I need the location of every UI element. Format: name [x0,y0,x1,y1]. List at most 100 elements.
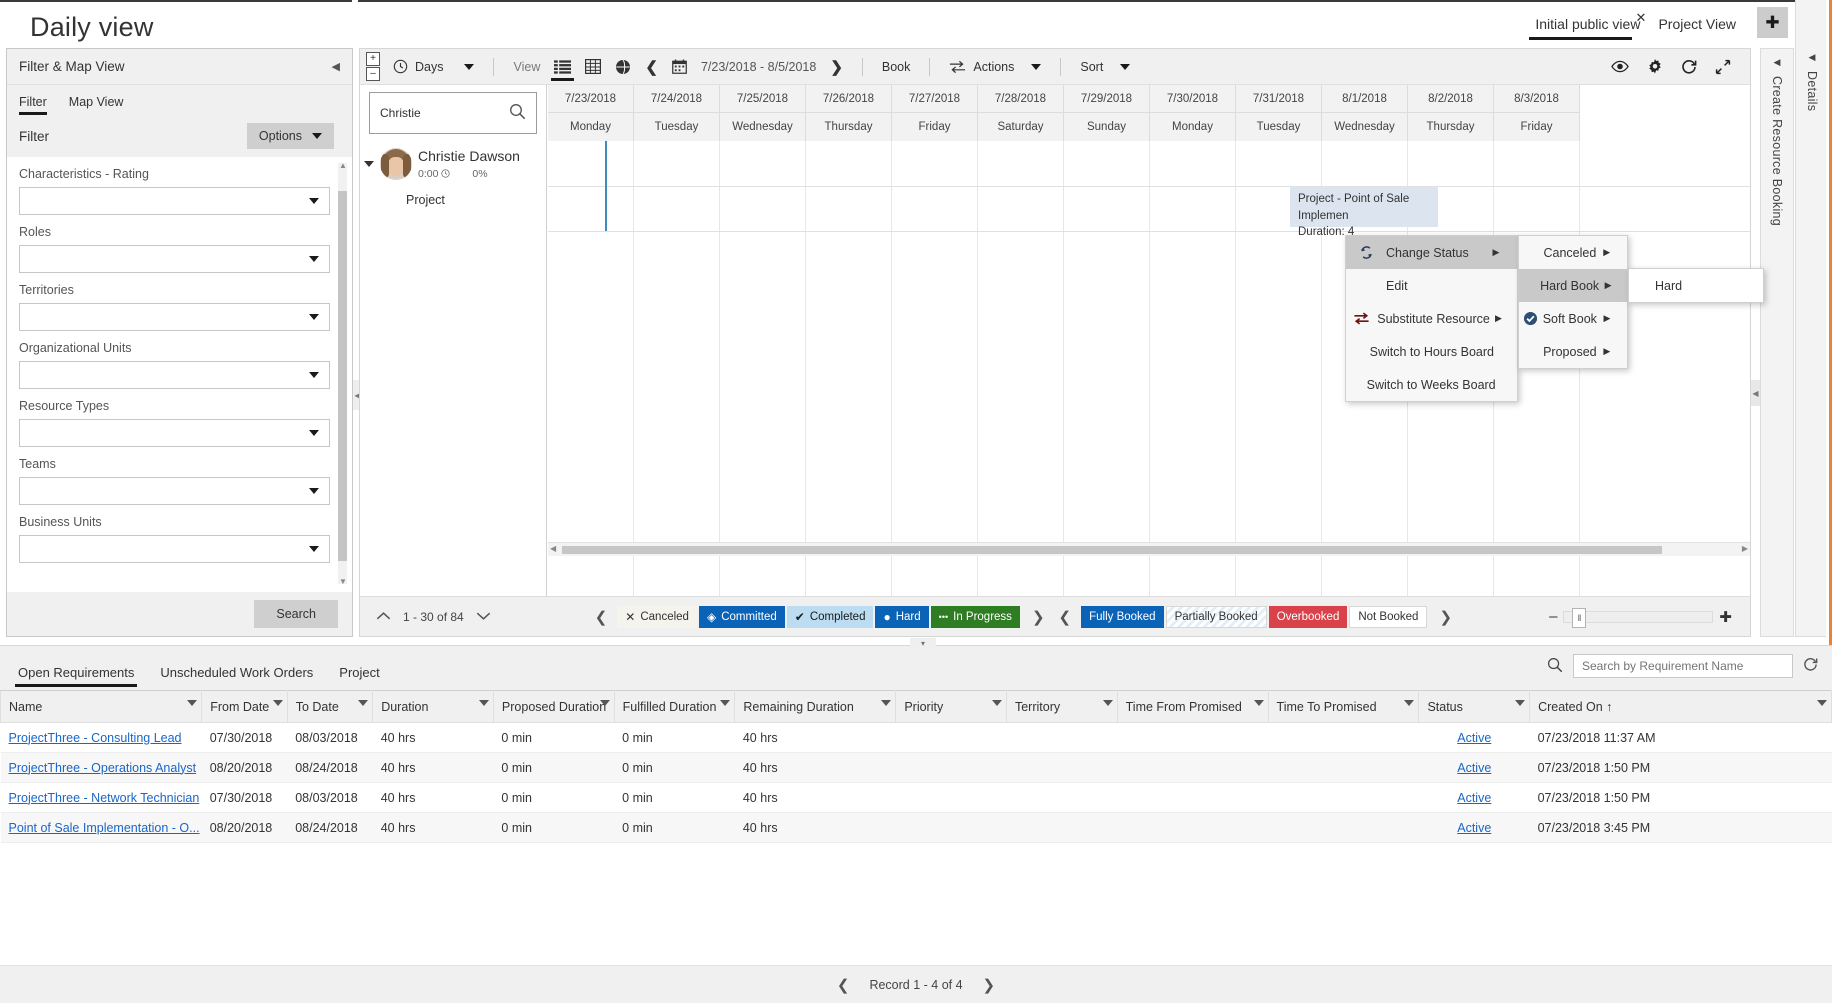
scroll-down-icon[interactable]: ▼ [339,577,347,586]
column-header-status[interactable]: Status [1418,690,1531,723]
view-mode-list[interactable] [547,52,578,82]
zoom-in-button[interactable]: ✚ [1719,608,1732,626]
resource-child-project[interactable]: Project [360,187,546,207]
status-legend-item-hard[interactable]: ● Hard [875,605,929,628]
column-filter-icon[interactable] [720,700,731,706]
add-view-button[interactable]: ✚ [1757,7,1788,38]
book-button[interactable]: Book [875,52,918,82]
view-mode-grid[interactable] [578,52,608,82]
column-header-created-on[interactable]: Created On ↑ [1529,690,1832,723]
menu-item-change-status[interactable]: Change Status ▶ [1346,236,1517,269]
requirement-link[interactable]: Point of Sale Implementation - O... [9,821,200,835]
search-icon[interactable] [1547,657,1563,676]
actions-dropdown[interactable]: Actions [942,52,1048,82]
booking-legend-item-overbooked[interactable]: Overbooked [1268,605,1348,628]
column-filter-icon[interactable] [272,700,283,706]
refresh-icon[interactable] [1803,657,1818,675]
booking-legend-item-fully-booked[interactable]: Fully Booked [1081,605,1164,628]
refresh-button[interactable] [1674,52,1704,82]
booking-block[interactable]: Project - Point of Sale Implemen Duratio… [1290,187,1438,238]
date-picker-button[interactable] [665,52,694,82]
search-icon[interactable] [509,103,526,123]
status-link[interactable]: Active [1457,791,1491,805]
close-icon[interactable]: ✕ [1636,10,1647,26]
next-period-button[interactable]: ❯ [823,52,850,82]
menu-item-substitute-resource[interactable]: Substitute Resource ▶ [1346,302,1517,335]
record-next-button[interactable]: ❯ [983,976,996,994]
expand-collapse-group[interactable]: + – [366,52,380,81]
column-header-proposed-duration[interactable]: Proposed Duration [492,690,615,723]
tab-map-view[interactable]: Map View [69,95,124,115]
zoom-slider[interactable]: ‖ [1563,607,1714,628]
teams-select[interactable] [19,477,330,505]
table-row[interactable]: Point of Sale Implementation - O... 08/20… [0,812,1832,843]
resource-types-select[interactable] [19,419,330,447]
timeline-column[interactable] [1064,141,1150,596]
booking-legend-item-partially-booked[interactable]: Partially Booked [1165,605,1267,628]
status-item-soft-book[interactable]: Soft Book ▶ [1519,302,1627,335]
status-legend-item-committed[interactable]: ◈ Committed [698,605,785,628]
interval-dropdown[interactable]: Days [386,52,481,82]
column-header-time-from-promised[interactable]: Time From Promised [1116,690,1269,723]
tab-open-requirements[interactable]: Open Requirements [14,665,138,690]
cell-status[interactable]: Active [1418,782,1530,813]
cell-name[interactable]: ProjectThree - Network Technician [0,782,202,813]
territories-select[interactable] [19,303,330,331]
record-prev-button[interactable]: ❮ [837,976,850,994]
board-settings-button[interactable] [1640,52,1670,82]
expand-all-icon[interactable]: + [366,52,380,66]
expand-rail-icon[interactable]: ◀ [1774,57,1781,68]
column-filter-icon[interactable] [187,700,198,706]
status-legend-prev[interactable]: ❮ [595,608,608,626]
status-legend-item-canceled[interactable]: ✕ Canceled [617,605,697,628]
column-header-duration[interactable]: Duration [372,690,494,723]
column-filter-icon[interactable] [1404,700,1415,706]
resource-search-input[interactable] [380,106,500,120]
options-button[interactable]: Options [246,123,334,149]
expand-icon[interactable] [364,161,374,167]
table-row[interactable]: ProjectThree - Network Technician 07/30/2… [0,782,1832,813]
timeline-column[interactable] [806,141,892,596]
tab-project[interactable]: Project [339,665,379,690]
zoom-slider-handle[interactable]: ‖ [1572,607,1587,628]
column-filter-icon[interactable] [1253,700,1264,706]
expand-rail-icon[interactable]: ◀ [1809,52,1816,63]
column-header-territory[interactable]: Territory [1005,690,1118,723]
column-filter-icon[interactable] [991,700,1002,706]
requirement-link[interactable]: ProjectThree - Network Technician [9,791,200,805]
cell-name[interactable]: Point of Sale Implementation - O... [0,812,202,843]
scroll-up-icon[interactable]: ▲ [339,161,347,170]
column-filter-icon[interactable] [358,700,369,706]
resource-row-christie-dawson[interactable]: Christie Dawson 0:00 0% [360,141,546,187]
status-item-canceled[interactable]: Canceled ▶ [1519,236,1627,269]
menu-item-edit[interactable]: Edit [1346,269,1517,302]
menu-item-switch-to-weeks-board[interactable]: Switch to Weeks Board [1346,368,1517,401]
tab-project-view[interactable]: Project View [1652,14,1742,40]
column-header-time-to-promised[interactable]: Time To Promised [1267,690,1420,723]
tab-unscheduled-work-orders[interactable]: Unscheduled Work Orders [160,665,313,690]
status-link[interactable]: Active [1457,731,1491,745]
organizational-units-select[interactable] [19,361,330,389]
cell-name[interactable]: ProjectThree - Consulting Lead [0,722,202,753]
timeline-column[interactable] [1150,141,1236,596]
table-row[interactable]: ProjectThree - Consulting Lead 07/30/2018… [0,722,1832,753]
board-right-splitter[interactable]: ◀ [1751,380,1760,406]
cell-name[interactable]: ProjectThree - Operations Analyst [0,752,202,783]
date-range-label[interactable]: 7/23/2018 - 8/5/2018 [694,52,823,82]
business-units-select[interactable] [19,535,330,563]
tab-filter[interactable]: Filter [19,95,47,115]
zoom-out-button[interactable]: – [1549,608,1557,625]
details-rail[interactable]: ◀ Details [1795,0,1829,637]
timeline-column[interactable] [978,141,1064,596]
column-header-to-date[interactable]: To Date [286,690,374,723]
menu-item-switch-to-hours-board[interactable]: Switch to Hours Board [1346,335,1517,368]
column-header-from-date[interactable]: From Date [201,690,288,723]
collapse-left-icon[interactable]: ◀ [332,60,340,73]
scroll-right-icon[interactable]: ▶ [1742,544,1748,553]
tab-initial-public-view[interactable]: Initial public view ✕ [1529,10,1646,40]
column-header-priority[interactable]: Priority [895,690,1007,723]
booking-legend-item-not-booked[interactable]: Not Booked [1349,605,1428,628]
status-legend-item-in-progress[interactable]: ••• In Progress [930,605,1020,628]
resource-search-box[interactable] [369,92,537,134]
column-header-name[interactable]: Name [0,690,203,723]
